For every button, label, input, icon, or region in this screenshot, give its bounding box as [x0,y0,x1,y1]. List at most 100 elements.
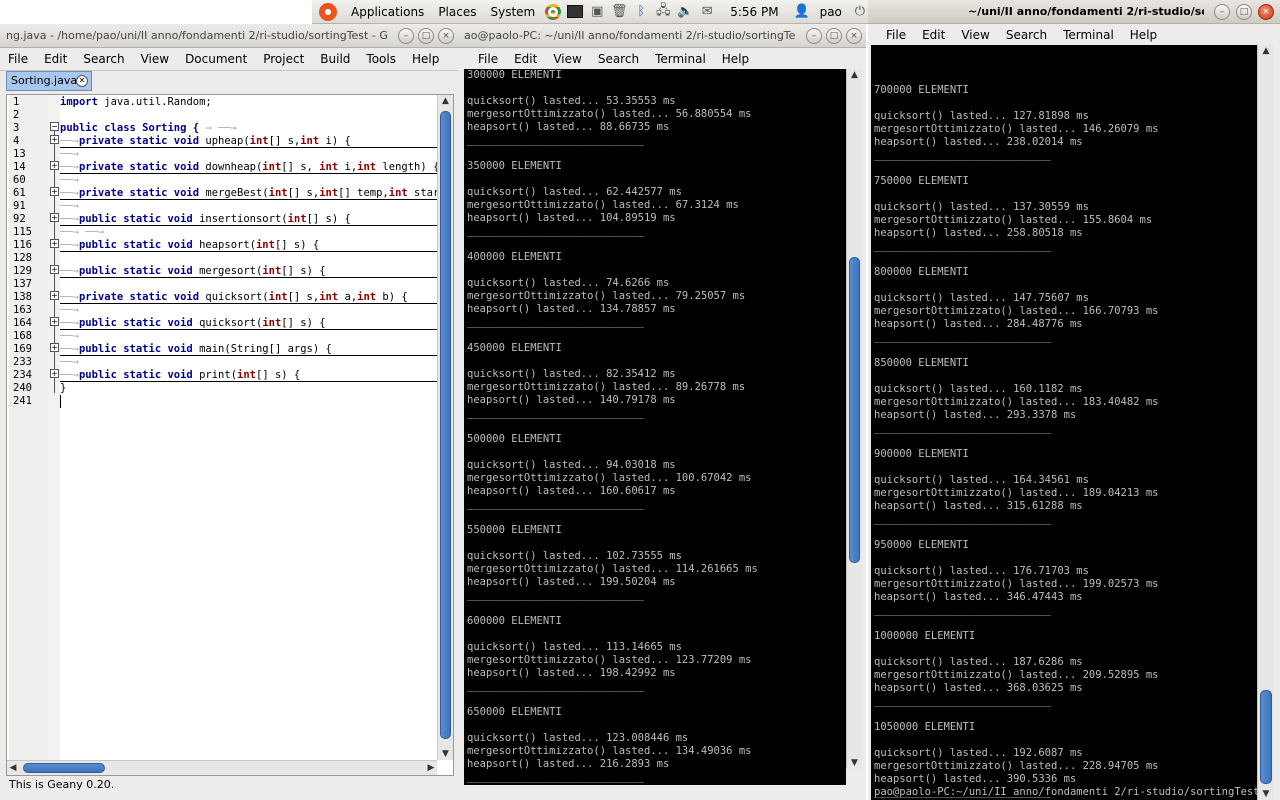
volume-icon[interactable]: 🔈 [674,0,696,24]
tab-label: Sorting.java [11,74,78,87]
line-number: 138 [13,291,32,303]
terminal-2-output[interactable]: 700000 ELEMENTI quicksort() lasted... 12… [871,45,1257,800]
fold-expand-icon[interactable]: + [50,161,59,170]
menu-file[interactable]: File [470,52,506,66]
menu-terminal[interactable]: Terminal [1055,28,1122,42]
places-menu[interactable]: Places [431,0,483,24]
tab-sorting-java[interactable]: Sorting.java ✕ [6,71,92,91]
scroll-down-icon[interactable]: ▼ [847,757,862,769]
minimize-button[interactable]: – [806,28,822,44]
scroll-down-icon[interactable]: ▼ [438,748,453,760]
menu-help[interactable]: Help [1122,28,1165,42]
terminal-icon[interactable] [564,0,586,24]
line-number: 3 [13,122,20,134]
top-panel: Applications Places System ▣ 🗑 ᛒ 🖧 🔈 ✉ 5… [312,0,954,24]
fold-expand-icon[interactable]: + [50,135,59,144]
applications-menu[interactable]: Applications [344,0,431,24]
editor-vertical-scrollbar[interactable]: ▲ ▼ [437,95,453,760]
menu-search[interactable]: Search [998,28,1055,42]
menu-help[interactable]: Help [404,52,447,66]
fold-separator [60,173,437,174]
scroll-right-icon[interactable]: ▶ [425,762,437,774]
fold-expand-icon[interactable]: + [50,291,59,300]
menu-view[interactable]: View [133,52,177,66]
scroll-up-icon[interactable]: ▲ [1258,45,1274,57]
menu-build[interactable]: Build [312,52,358,66]
minimize-button[interactable]: – [398,28,414,44]
code-line: ──→ [60,330,79,342]
scroll-up-icon[interactable]: ▲ [438,95,453,107]
fold-line [54,131,55,393]
fold-expand-icon[interactable]: + [50,369,59,378]
terminal-1-output[interactable]: 300000 ELEMENTI quicksort() lasted... 53… [464,69,846,785]
scroll-up-icon[interactable]: ▲ [847,69,862,81]
line-number: 168 [13,330,32,342]
menu-edit[interactable]: Edit [914,28,953,42]
terminal-1-title: ao@paolo-PC: ~/uni/II anno/fondamenti 2/… [464,29,796,42]
code-line: public class Sorting { → ──→ [60,122,238,134]
menu-search[interactable]: Search [75,52,132,66]
menu-view[interactable]: View [545,52,589,66]
mail-icon[interactable]: ✉ [696,0,718,24]
line-number: 240 [13,382,32,394]
maximize-button[interactable]: □ [1236,4,1252,20]
chrome-icon[interactable] [542,0,564,24]
maximize-button[interactable]: □ [826,28,842,44]
menu-terminal[interactable]: Terminal [647,52,714,66]
scrollbar-thumb[interactable] [23,763,105,773]
user-name[interactable]: pao [813,0,849,24]
menu-search[interactable]: Search [590,52,647,66]
fold-expand-icon[interactable]: + [50,239,59,248]
fold-expand-icon[interactable]: + [50,265,59,274]
fold-expand-icon[interactable]: + [50,187,59,196]
terminal-2-text: 700000 ELEMENTI quicksort() lasted... 12… [874,84,1159,798]
terminal-1-scrollbar[interactable]: ▲ ▼ [846,69,862,769]
terminal-1-menubar: File Edit View Search Terminal Help [470,48,860,70]
scrollbar-thumb[interactable] [440,111,451,739]
geany-title: ng.java - /home/pao/uni/II anno/fondamen… [6,29,388,42]
scroll-down-icon[interactable]: ▼ [1258,788,1274,800]
fold-expand-icon[interactable]: + [50,213,59,222]
terminal-2-scrollbar[interactable]: ▲ ▼ [1257,45,1274,800]
menu-file[interactable]: File [878,28,914,42]
menu-file[interactable]: File [0,52,36,66]
system-menu[interactable]: System [483,0,542,24]
scrollbar-thumb[interactable] [849,257,860,563]
user-icon[interactable]: 👤 [791,0,813,24]
maximize-button[interactable]: □ [418,28,434,44]
ubuntu-logo-icon[interactable] [312,0,344,24]
scroll-left-icon[interactable]: ◀ [7,762,19,774]
line-number: 14 [13,161,26,173]
line-number: 1 [13,96,20,108]
trash-icon[interactable]: 🗑 [608,0,630,24]
minimize-button[interactable]: – [1214,4,1230,20]
line-number: 4 [13,135,20,147]
close-tab-icon[interactable]: ✕ [76,75,88,87]
editor-horizontal-scrollbar[interactable]: ◀ ▶ [7,760,437,775]
fold-collapse-icon[interactable]: − [50,122,59,131]
fold-expand-icon[interactable]: + [50,317,59,326]
code-line: ──→ [60,174,79,186]
network-icon[interactable]: 🖧 [652,0,674,24]
menu-tools[interactable]: Tools [358,52,404,66]
screenshot-icon[interactable]: ▣ [586,0,608,24]
fold-separator [60,225,437,226]
menu-edit[interactable]: Edit [36,52,75,66]
menu-edit[interactable]: Edit [506,52,545,66]
menu-help[interactable]: Help [714,52,757,66]
close-button[interactable]: × [846,28,862,44]
code-line: ──→ [60,148,79,160]
scrollbar-thumb[interactable] [1260,690,1272,784]
clock[interactable]: 5:56 PM [718,0,790,24]
code-editor[interactable]: import java.util.Random; public class So… [60,95,437,760]
menu-document[interactable]: Document [177,52,255,66]
close-button[interactable]: × [1258,4,1274,20]
menu-view[interactable]: View [953,28,997,42]
geany-titlebar[interactable]: ng.java - /home/pao/uni/II anno/fondamen… [0,24,458,48]
close-button[interactable]: × [438,28,454,44]
terminal-1-titlebar[interactable]: ao@paolo-PC: ~/uni/II anno/fondamenti 2/… [458,24,866,48]
fold-expand-icon[interactable]: + [50,343,59,352]
terminal-2-titlebar[interactable]: ~/uni/II anno/fondamenti 2/ri-studio/sor… [868,0,1280,24]
menu-project[interactable]: Project [255,52,312,66]
bluetooth-icon[interactable]: ᛒ [630,0,652,24]
